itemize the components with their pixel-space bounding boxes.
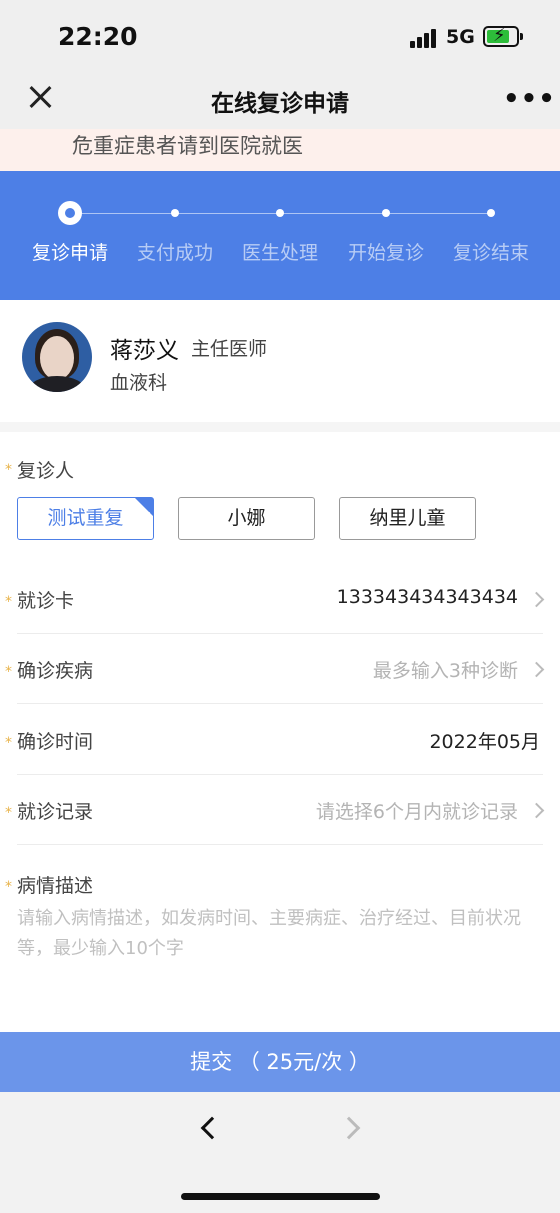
forward-arrow-icon[interactable] bbox=[337, 1116, 361, 1140]
divider bbox=[17, 774, 543, 775]
patient-option[interactable]: 纳里儿童 bbox=[339, 497, 476, 540]
step-label-doctor-process: 医生处理 bbox=[241, 242, 318, 264]
step-label-end: 复诊结束 bbox=[452, 242, 529, 264]
browser-toolbar bbox=[0, 1092, 560, 1213]
doctor-card: 蒋莎义 主任医师 血液科 bbox=[0, 300, 560, 422]
status-time: 22:20 bbox=[58, 22, 138, 51]
step-dot-active bbox=[58, 201, 82, 225]
notice-text: 危重症患者请到医院就医 bbox=[72, 134, 303, 158]
required-mark: * bbox=[5, 879, 12, 895]
doctor-title: 主任医师 bbox=[191, 338, 268, 360]
avatar bbox=[22, 322, 92, 392]
step-dot bbox=[382, 209, 390, 217]
chevron-right-icon bbox=[528, 802, 545, 819]
patient-label: 复诊人 bbox=[17, 460, 75, 482]
patient-option[interactable]: 小娜 bbox=[178, 497, 315, 540]
more-dots-icon[interactable]: ••• bbox=[503, 84, 556, 114]
description-textarea[interactable]: 请输入病情描述，如发病时间、主要病症、治疗经过、目前状况等，最少输入10个字 bbox=[17, 904, 552, 964]
doctor-name: 蒋莎义 bbox=[110, 338, 179, 364]
description-label: 病情描述 bbox=[17, 875, 94, 897]
home-indicator[interactable] bbox=[181, 1193, 380, 1200]
required-mark: * bbox=[5, 805, 12, 821]
battery-charging-icon: ⚡ bbox=[483, 25, 523, 47]
card-value: 133343434343434 bbox=[336, 586, 518, 608]
patient-option-label: 小娜 bbox=[227, 507, 266, 529]
disease-placeholder: 最多输入3种诊断 bbox=[372, 660, 518, 682]
diagnosis-time-label: 确诊时间 bbox=[17, 731, 94, 753]
diagnosis-time-value: 2022年05月 bbox=[429, 731, 540, 753]
network-type: 5G bbox=[446, 26, 475, 48]
patient-option-selected[interactable]: 测试重复 ✓ bbox=[17, 497, 154, 540]
disease-label: 确诊疾病 bbox=[17, 660, 94, 682]
step-label-start: 开始复诊 bbox=[347, 242, 424, 264]
chevron-right-icon bbox=[528, 661, 545, 678]
application-form: * 复诊人 测试重复 ✓ 小娜 纳里儿童 * 就诊卡 1333434343434… bbox=[0, 432, 560, 1032]
required-mark: * bbox=[5, 594, 12, 610]
required-mark: * bbox=[5, 735, 12, 751]
chevron-right-icon bbox=[528, 591, 545, 608]
step-dot bbox=[171, 209, 179, 217]
patient-option-label: 测试重复 bbox=[47, 507, 124, 529]
signal-bars-icon bbox=[410, 28, 438, 48]
divider bbox=[17, 633, 543, 634]
step-dot bbox=[487, 209, 495, 217]
submit-button[interactable]: 提交 （ 25元/次 ） bbox=[0, 1032, 560, 1092]
step-label-apply: 复诊申请 bbox=[31, 242, 108, 264]
progress-steps: 复诊申请 支付成功 医生处理 开始复诊 复诊结束 bbox=[0, 171, 560, 300]
step-dot bbox=[276, 209, 284, 217]
notice-banner: 危重症患者请到医院就医 bbox=[0, 129, 560, 171]
required-mark: * bbox=[5, 462, 12, 478]
step-label-paid: 支付成功 bbox=[136, 242, 213, 264]
checkmark-icon: ✓ bbox=[142, 509, 152, 522]
patient-option-label: 纳里儿童 bbox=[369, 507, 446, 529]
record-label: 就诊记录 bbox=[17, 801, 94, 823]
divider bbox=[17, 703, 543, 704]
divider bbox=[17, 844, 543, 845]
page-title: 在线复诊申请 bbox=[211, 91, 349, 117]
status-bar: 22:20 5G ⚡ bbox=[0, 0, 560, 75]
required-mark: * bbox=[5, 664, 12, 680]
nav-bar: 在线复诊申请 ••• bbox=[0, 75, 560, 129]
card-label: 就诊卡 bbox=[17, 590, 75, 612]
back-arrow-icon[interactable] bbox=[200, 1116, 224, 1140]
record-placeholder: 请选择6个月内就诊记录 bbox=[315, 801, 518, 823]
doctor-department: 血液科 bbox=[110, 372, 168, 394]
